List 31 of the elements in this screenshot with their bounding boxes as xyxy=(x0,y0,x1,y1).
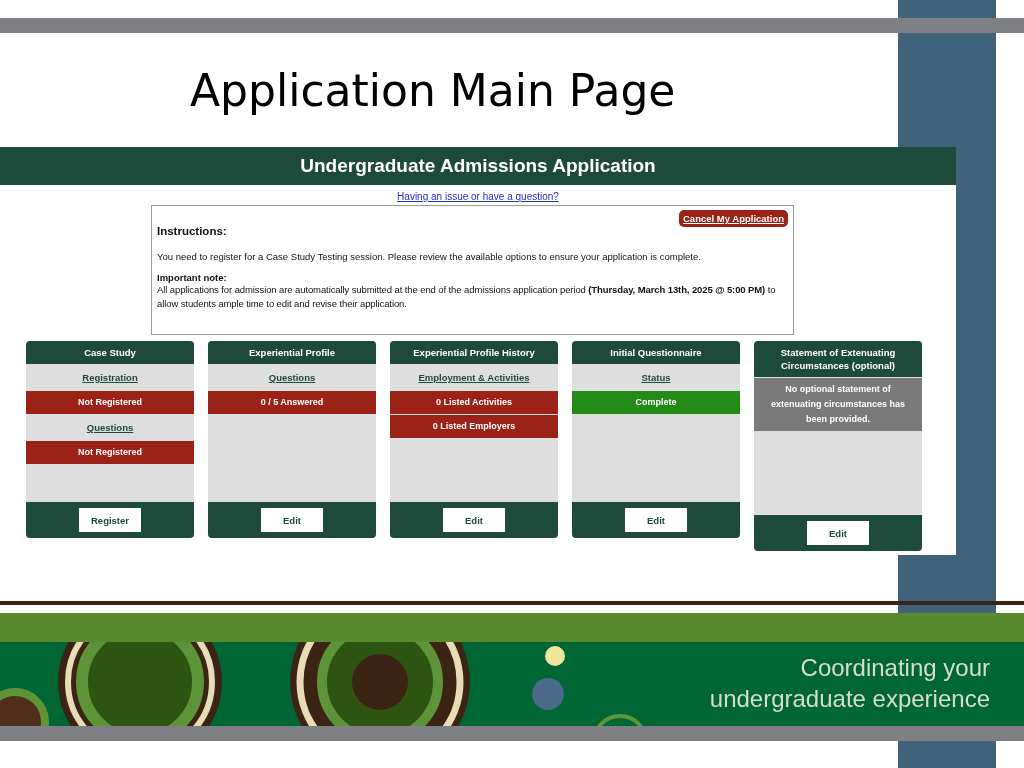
card-title: Initial Questionnaire xyxy=(572,341,740,364)
status-label: Not Registered xyxy=(26,391,194,414)
slide-title: Application Main Page xyxy=(189,63,677,118)
cancel-application-button[interactable]: Cancel My Application xyxy=(679,210,788,227)
note-heading: Important note: xyxy=(157,272,228,283)
card-button[interactable]: Register xyxy=(79,508,141,532)
card-title: Statement of Extenuating Circumstances (optional) xyxy=(754,341,922,377)
status-label: No optional statement of extenuating circumstances has been provided. xyxy=(754,378,922,431)
status-label: 0 Listed Activities xyxy=(390,391,558,414)
card-link[interactable]: Registration xyxy=(82,365,138,390)
status-label: 0 Listed Employers xyxy=(390,415,558,438)
app-header: Undergraduate Admissions Application xyxy=(0,147,956,185)
card-button[interactable]: Edit xyxy=(625,508,687,532)
status-label: Not Registered xyxy=(26,441,194,464)
status-label: Complete xyxy=(572,391,740,414)
status-label: 0 / 5 Answered xyxy=(208,391,376,414)
card-button[interactable]: Edit xyxy=(443,508,505,532)
help-link[interactable]: Having an issue or have a question? xyxy=(397,191,559,202)
tagline: Coordinating your undergraduate experience xyxy=(709,653,990,714)
card-title: Experiential Profile History xyxy=(390,341,558,364)
instructions-heading: Instructions: xyxy=(157,225,228,237)
card-link[interactable]: Questions xyxy=(86,415,134,440)
card-link[interactable]: Status xyxy=(641,365,671,390)
instructions-text: You need to register for a Case Study Testing session. Please review the available options to ensure your application is complete. xyxy=(157,251,702,262)
card-title: Case Study xyxy=(26,341,194,364)
note-text: All applications for admission are automatically submitted at the end of the admissions application period (Thursday, March 13th, 2025 @ 5:00 PM) to allow students ample time to edit and revise their application. xyxy=(157,283,777,311)
card-link[interactable]: Questions xyxy=(268,365,316,390)
card-title: Experiential Profile xyxy=(208,341,376,364)
card-button[interactable]: Edit xyxy=(807,521,869,545)
card-button[interactable]: Edit xyxy=(261,508,323,532)
card-link[interactable]: Employment & Activities xyxy=(418,365,530,390)
